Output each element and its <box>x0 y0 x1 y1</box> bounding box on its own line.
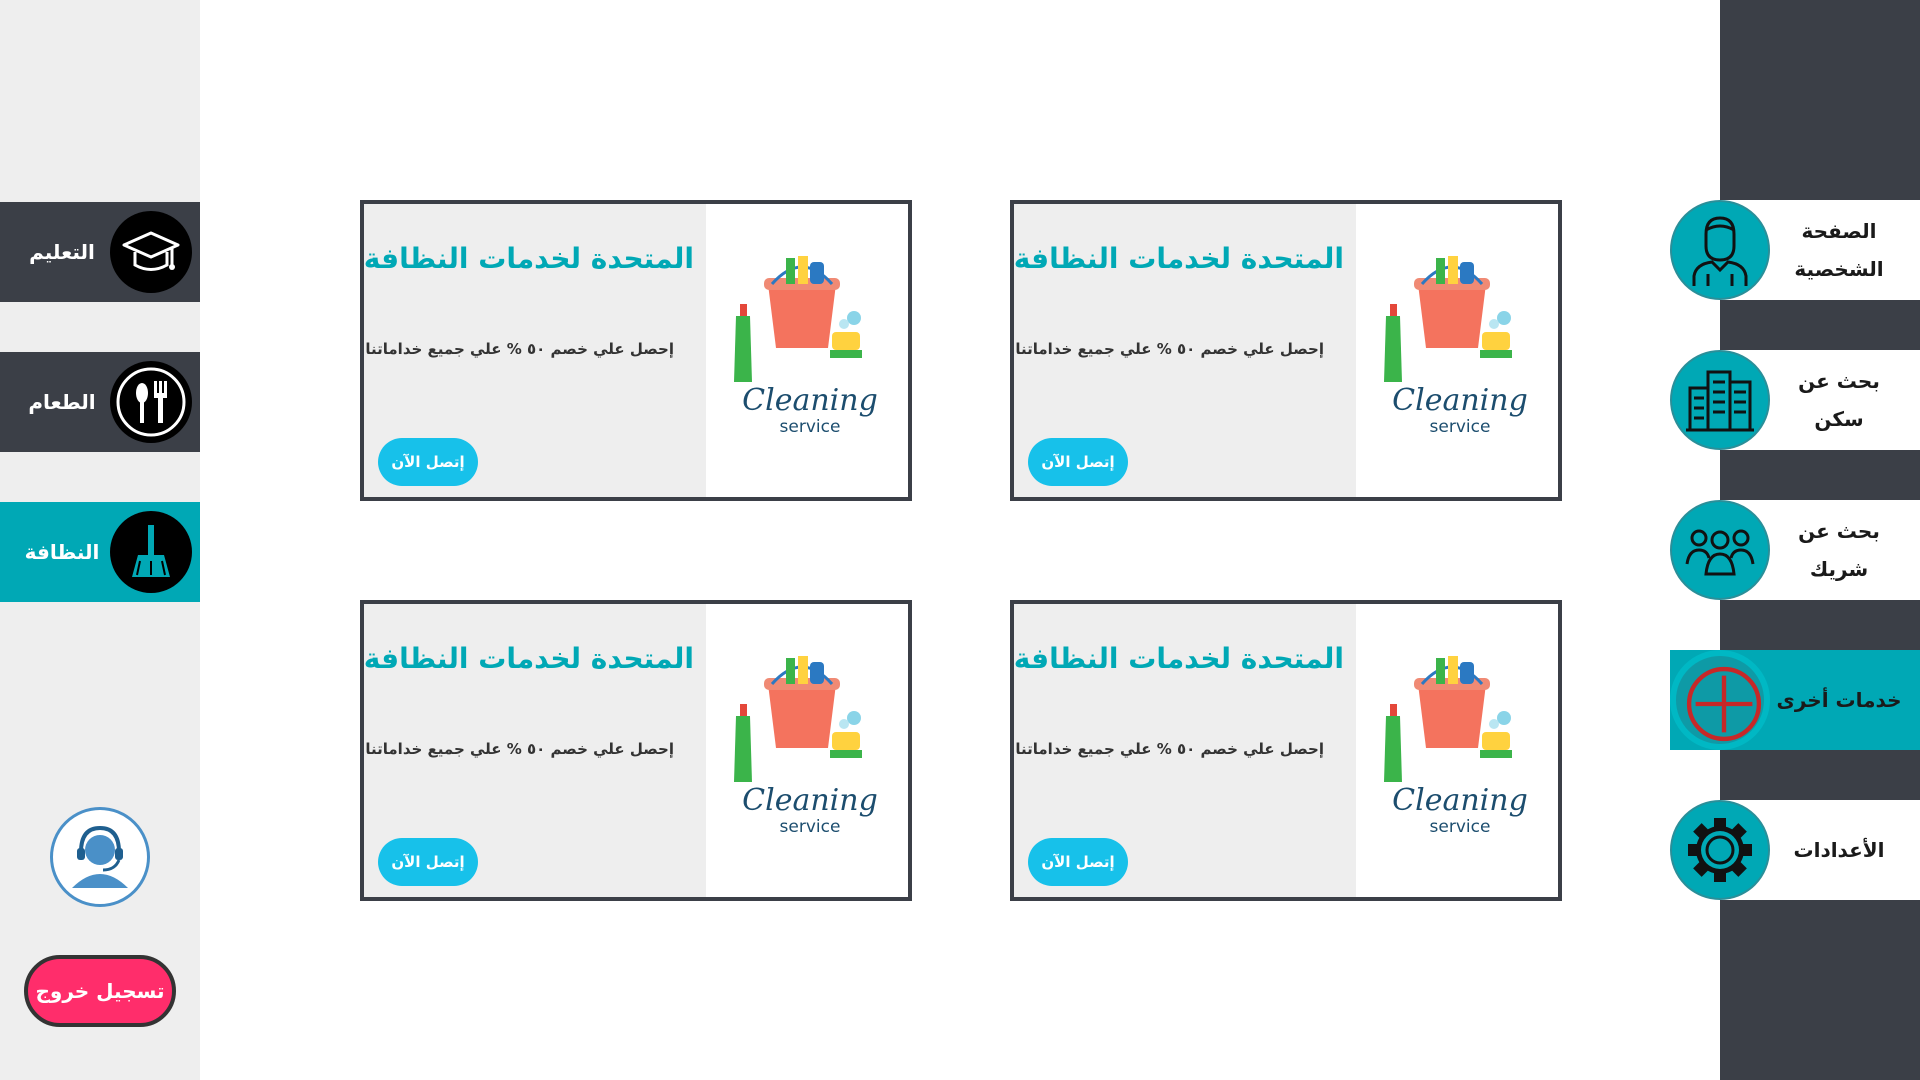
logo-word: Cleaning <box>1392 383 1528 418</box>
offer-card: المتحدة لخدمات النظافة إحصل علي خصم ٥٠ %… <box>360 600 912 901</box>
card-description: إحصل علي خصم ٥٠ % علي جميع خداماتنا <box>1015 740 1324 758</box>
card-title: المتحدة لخدمات النظافة <box>1013 642 1344 675</box>
nav-housing-search[interactable]: بحث عن سكن <box>1670 350 1920 450</box>
logo-subtitle: service <box>780 817 841 837</box>
category-label: الطعام <box>28 390 96 414</box>
logo-subtitle: service <box>1430 417 1491 437</box>
card-title: المتحدة لخدمات النظافة <box>363 242 694 275</box>
support-agent-icon[interactable] <box>50 807 150 907</box>
category-cleaning[interactable]: النظافة <box>0 502 200 602</box>
nav-other-services[interactable]: خدمات أخرى <box>1670 650 1920 750</box>
nav-partner-search[interactable]: بحث عن شريك <box>1670 500 1920 600</box>
offer-card: المتحدة لخدمات النظافة إحصل علي خصم ٥٠ %… <box>360 200 912 501</box>
category-education[interactable]: التعليم <box>0 202 200 302</box>
broom-icon <box>110 511 192 593</box>
nav-label: بحث عن شريك <box>1798 519 1880 581</box>
cleaning-service-logo: Cleaning service <box>1356 604 1558 897</box>
call-now-button[interactable]: إتصل الآن <box>1028 438 1128 486</box>
logout-button[interactable]: تسجيل خروج <box>24 955 176 1027</box>
user-profile-icon <box>1670 200 1770 300</box>
offer-card: المتحدة لخدمات النظافة إحصل علي خصم ٥٠ %… <box>1010 600 1562 901</box>
nav-profile[interactable]: الصفحة الشخصية <box>1670 200 1920 300</box>
cleaning-service-logo: Cleaning service <box>1356 204 1558 497</box>
logo-word: Cleaning <box>742 783 878 818</box>
call-now-button[interactable]: إتصل الآن <box>378 438 478 486</box>
logo-subtitle: service <box>1430 817 1491 837</box>
graduation-cap-icon <box>110 211 192 293</box>
plus-circle-icon <box>1670 650 1770 750</box>
category-label: النظافة <box>24 540 100 564</box>
card-description: إحصل علي خصم ٥٠ % علي جميع خداماتنا <box>1015 340 1324 358</box>
card-content: المتحدة لخدمات النظافة إحصل علي خصم ٥٠ %… <box>1014 204 1356 497</box>
cleaning-service-logo: Cleaning service <box>706 604 908 897</box>
card-description: إحصل علي خصم ٥٠ % علي جميع خداماتنا <box>365 340 674 358</box>
logo-subtitle: service <box>780 417 841 437</box>
call-now-button[interactable]: إتصل الآن <box>378 838 478 886</box>
nav-label: الأعدادات <box>1793 838 1885 862</box>
card-content: المتحدة لخدمات النظافة إحصل علي خصم ٥٠ %… <box>364 604 706 897</box>
gear-icon <box>1670 800 1770 900</box>
logo-word: Cleaning <box>1392 783 1528 818</box>
nav-label: خدمات أخرى <box>1776 688 1902 712</box>
nav-label: الصفحة الشخصية <box>1794 219 1884 281</box>
fork-spoon-icon <box>110 361 192 443</box>
card-content: المتحدة لخدمات النظافة إحصل علي خصم ٥٠ %… <box>1014 604 1356 897</box>
people-group-icon <box>1670 500 1770 600</box>
card-content: المتحدة لخدمات النظافة إحصل علي خصم ٥٠ %… <box>364 204 706 497</box>
card-title: المتحدة لخدمات النظافة <box>1013 242 1344 275</box>
buildings-icon <box>1670 350 1770 450</box>
cleaning-service-logo: Cleaning service <box>706 204 908 497</box>
category-food[interactable]: الطعام <box>0 352 200 452</box>
offer-card: المتحدة لخدمات النظافة إحصل علي خصم ٥٠ %… <box>1010 200 1562 501</box>
category-label: التعليم <box>29 240 95 264</box>
nav-settings[interactable]: الأعدادات <box>1670 800 1920 900</box>
card-title: المتحدة لخدمات النظافة <box>363 642 694 675</box>
card-description: إحصل علي خصم ٥٠ % علي جميع خداماتنا <box>365 740 674 758</box>
call-now-button[interactable]: إتصل الآن <box>1028 838 1128 886</box>
logo-word: Cleaning <box>742 383 878 418</box>
nav-label: بحث عن سكن <box>1798 369 1880 431</box>
